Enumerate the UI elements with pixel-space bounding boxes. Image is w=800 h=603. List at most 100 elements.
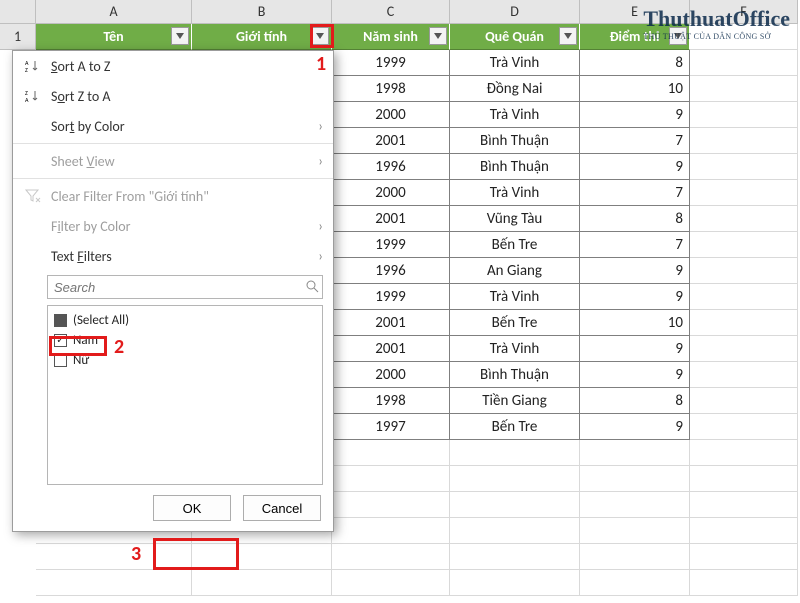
column-header-A[interactable]: A xyxy=(36,0,192,24)
filter-search xyxy=(47,275,323,299)
checkbox-checked-icon xyxy=(54,334,67,347)
cell-province[interactable]: Đồng Nai xyxy=(450,76,580,102)
cancel-button[interactable]: Cancel xyxy=(243,495,321,521)
sort-za[interactable]: ZA Sort Z to A xyxy=(13,81,333,111)
cell-score[interactable]: 9 xyxy=(580,362,690,388)
cell-score[interactable]: 9 xyxy=(580,154,690,180)
cell-province[interactable]: Bến Tre xyxy=(450,414,580,440)
cell-year[interactable]: 2001 xyxy=(332,336,450,362)
cell-score[interactable]: 7 xyxy=(580,128,690,154)
column-header-B[interactable]: B xyxy=(192,0,332,24)
cell-year[interactable]: 1999 xyxy=(332,232,450,258)
cell-year[interactable]: 2001 xyxy=(332,206,450,232)
table-header-C: Năm sinh xyxy=(363,28,418,45)
cell-score[interactable]: 9 xyxy=(580,414,690,440)
column-header-D[interactable]: D xyxy=(450,0,580,24)
filter-by-color: Filter by Color › xyxy=(13,211,333,241)
sort-az[interactable]: AZ Sort A to Z xyxy=(13,51,333,81)
cell-score[interactable]: 10 xyxy=(580,76,690,102)
select-all-corner[interactable] xyxy=(0,0,36,24)
blank-icon xyxy=(21,151,45,171)
blank-icon xyxy=(21,116,45,136)
cell-score[interactable]: 7 xyxy=(580,232,690,258)
filter-buttons: OK Cancel xyxy=(13,485,333,521)
sort-za-icon: ZA xyxy=(21,86,45,106)
cell-province[interactable]: Bến Tre xyxy=(450,310,580,336)
row-header-1[interactable]: 1 xyxy=(0,24,36,50)
filter-search-input[interactable] xyxy=(47,275,323,299)
cell-score[interactable]: 8 xyxy=(580,388,690,414)
column-header-F[interactable]: F xyxy=(690,0,798,24)
checkbox-mixed-icon xyxy=(54,314,67,327)
filter-button-D[interactable] xyxy=(559,27,577,45)
cell-province[interactable]: Bến Tre xyxy=(450,232,580,258)
cell-score[interactable]: 9 xyxy=(580,102,690,128)
ok-button[interactable]: OK xyxy=(153,495,231,521)
cell-year[interactable]: 2001 xyxy=(332,310,450,336)
chevron-right-icon: › xyxy=(318,153,323,170)
cell-year[interactable]: 2000 xyxy=(332,362,450,388)
sort-az-label: Sort A to Z xyxy=(51,58,110,75)
checkbox-unchecked-icon xyxy=(54,354,67,367)
blank-icon xyxy=(21,216,45,236)
text-filters[interactable]: Text Filters › xyxy=(13,241,333,271)
cell-province[interactable]: Trà Vinh xyxy=(450,102,580,128)
cell-year[interactable]: 1998 xyxy=(332,388,450,414)
option2-label: Nữ xyxy=(73,353,89,368)
filter-button-B[interactable] xyxy=(311,27,329,45)
filter-button-A[interactable] xyxy=(171,27,189,45)
filter-option-nam[interactable]: Nam xyxy=(54,330,316,350)
cell-province[interactable]: Trà Vinh xyxy=(450,336,580,362)
table-header-E: Điểm thi xyxy=(610,28,660,45)
cell-score[interactable]: 8 xyxy=(580,50,690,76)
funnel-clear-icon xyxy=(21,186,45,206)
filter-dropdown: AZ Sort A to Z ZA Sort Z to A Sort by Co… xyxy=(12,50,334,532)
cell-province[interactable]: An Giang xyxy=(450,258,580,284)
cell-score[interactable]: 7 xyxy=(580,180,690,206)
filter-button-E[interactable] xyxy=(669,27,687,45)
cell-province[interactable]: Tiền Giang xyxy=(450,388,580,414)
cell-year[interactable]: 2000 xyxy=(332,102,450,128)
svg-text:Z: Z xyxy=(25,66,28,73)
cell-year[interactable]: 1999 xyxy=(332,284,450,310)
cell-score[interactable]: 9 xyxy=(580,258,690,284)
cell-province[interactable]: Bình Thuận xyxy=(450,128,580,154)
table-header-A: Tên xyxy=(103,28,123,45)
cell-province[interactable]: Vũng Tàu xyxy=(450,206,580,232)
cell-year[interactable]: 1996 xyxy=(332,154,450,180)
filter-option-select-all[interactable]: (Select All) xyxy=(54,310,316,330)
filter-option-nu[interactable]: Nữ xyxy=(54,350,316,370)
cell-province[interactable]: Bình Thuận xyxy=(450,362,580,388)
cell-province[interactable]: Bình Thuận xyxy=(450,154,580,180)
option1-label: Nam xyxy=(73,333,98,348)
cell-year[interactable]: 1999 xyxy=(332,50,450,76)
cell-year[interactable]: 2001 xyxy=(332,128,450,154)
blank-icon xyxy=(21,246,45,266)
filter-button-C[interactable] xyxy=(429,27,447,45)
clear-filter-label: Clear Filter From "Giới tính" xyxy=(51,188,209,205)
filter-by-color-label: Filter by Color xyxy=(51,218,131,235)
column-header-C[interactable]: C xyxy=(332,0,450,24)
sort-za-label: Sort Z to A xyxy=(51,88,111,105)
search-icon xyxy=(305,279,319,297)
cell-year[interactable]: 2000 xyxy=(332,180,450,206)
sort-by-color[interactable]: Sort by Color › xyxy=(13,111,333,141)
cell-score[interactable]: 9 xyxy=(580,336,690,362)
select-all-label: (Select All) xyxy=(73,313,129,328)
cell-score[interactable]: 8 xyxy=(580,206,690,232)
chevron-right-icon: › xyxy=(318,118,323,135)
table-header-B: Giới tính xyxy=(236,28,287,45)
cell-score[interactable]: 10 xyxy=(580,310,690,336)
column-header-E[interactable]: E xyxy=(580,0,690,24)
chevron-right-icon: › xyxy=(318,248,323,265)
clear-filter: Clear Filter From "Giới tính" xyxy=(13,181,333,211)
cell-year[interactable]: 1998 xyxy=(332,76,450,102)
text-filters-label: Text Filters xyxy=(51,248,112,265)
cell-province[interactable]: Trà Vinh xyxy=(450,180,580,206)
sheet-view: Sheet View › xyxy=(13,146,333,176)
cell-province[interactable]: Trà Vinh xyxy=(450,284,580,310)
cell-year[interactable]: 1997 xyxy=(332,414,450,440)
cell-score[interactable]: 9 xyxy=(580,284,690,310)
cell-province[interactable]: Trà Vinh xyxy=(450,50,580,76)
cell-year[interactable]: 1996 xyxy=(332,258,450,284)
